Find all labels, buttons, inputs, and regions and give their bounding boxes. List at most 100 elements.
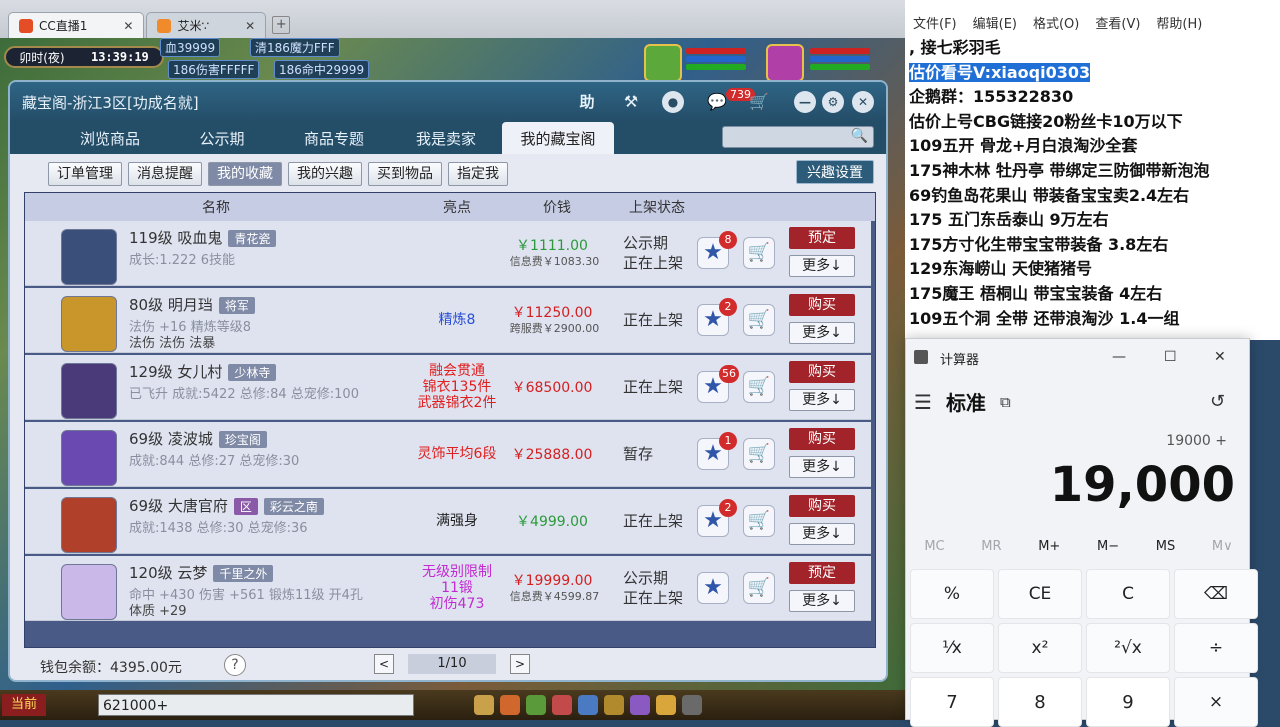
prev-page-button[interactable]: <	[374, 654, 394, 674]
memory-button[interactable]: M−	[1097, 539, 1119, 554]
more-button[interactable]: 更多↓	[789, 322, 855, 344]
minimize-icon[interactable]: —	[794, 91, 816, 113]
menu-edit[interactable]: 编辑(E)	[973, 13, 1017, 32]
divide-key[interactable]: ÷	[1174, 623, 1258, 673]
friend-icon[interactable]	[578, 695, 598, 715]
menu-format[interactable]: 格式(O)	[1033, 13, 1079, 32]
reciprocal-key[interactable]: ¹⁄x	[910, 623, 994, 673]
close-icon[interactable]: ✕	[245, 19, 255, 33]
memory-button: MR	[981, 539, 1002, 554]
subtab-favorites[interactable]: 我的收藏	[208, 162, 282, 186]
item-name[interactable]: 119级 吸血鬼	[129, 229, 222, 247]
help-button[interactable]: 助	[576, 91, 598, 113]
tab-topics[interactable]: 商品专题	[278, 122, 390, 154]
add-to-cart-icon[interactable]: 🛒	[743, 505, 775, 537]
menu-file[interactable]: 文件(F)	[913, 13, 957, 32]
tab-cc-live[interactable]: CC直播1 ✕	[8, 12, 145, 38]
mall-icon[interactable]	[656, 695, 676, 715]
message-icon[interactable]: 💬	[706, 91, 728, 113]
add-to-cart-icon[interactable]: 🛒	[743, 438, 775, 470]
add-to-cart-icon[interactable]: 🛒	[743, 371, 775, 403]
keep-on-top-icon[interactable]: ⧉	[1000, 393, 1011, 411]
reserve-button[interactable]: 预定	[789, 227, 855, 249]
interest-settings-button[interactable]: 兴趣设置	[796, 160, 874, 184]
search-input[interactable]: 🔍	[722, 126, 874, 148]
team-icon[interactable]	[552, 695, 572, 715]
buy-button[interactable]: 购买	[789, 361, 855, 383]
item-name[interactable]: 80级 明月珰	[129, 296, 213, 314]
subtab-interests[interactable]: 我的兴趣	[288, 162, 362, 186]
item-name[interactable]: 120级 云梦	[129, 564, 207, 582]
percent-key[interactable]: %	[910, 569, 994, 619]
clear-key[interactable]: C	[1086, 569, 1170, 619]
item-title: 69级 凌波城 珍宝阁	[129, 428, 267, 449]
tab-browse[interactable]: 浏览商品	[54, 122, 166, 154]
square-key[interactable]: x²	[998, 623, 1082, 673]
map-icon[interactable]	[474, 695, 494, 715]
next-page-button[interactable]: >	[510, 654, 530, 674]
buy-button[interactable]: 购买	[789, 294, 855, 316]
sqrt-key[interactable]: ²√x	[1086, 623, 1170, 673]
chat-channel-button[interactable]: 当前	[2, 694, 46, 716]
col-status: 上架状态	[629, 200, 685, 216]
more-button[interactable]: 更多↓	[789, 255, 855, 277]
highlight-line: 锦衣135件	[422, 379, 492, 395]
add-to-cart-icon[interactable]: 🛒	[743, 572, 775, 604]
help-icon[interactable]: ?	[224, 654, 246, 676]
gang-icon[interactable]	[630, 695, 650, 715]
highlight-line: 11锻	[441, 580, 473, 596]
subtab-orders[interactable]: 订单管理	[48, 162, 122, 186]
tab-my-pavilion[interactable]: 我的藏宝阁	[502, 122, 614, 154]
close-icon[interactable]: ✕	[852, 91, 874, 113]
memory-button[interactable]: MS	[1156, 539, 1175, 554]
pet-portrait[interactable]	[644, 44, 682, 82]
add-to-cart-icon[interactable]: 🛒	[743, 304, 775, 336]
item-name[interactable]: 129级 女儿村	[129, 363, 222, 381]
player-portrait[interactable]	[766, 44, 804, 82]
hammer-icon[interactable]: ⚒	[620, 91, 642, 113]
skill-icon[interactable]	[526, 695, 546, 715]
history-icon[interactable]: ↺	[1210, 391, 1225, 412]
item-title: 129级 女儿村 少林寺	[129, 361, 277, 382]
close-icon[interactable]: ✕	[1214, 349, 1226, 365]
subtab-messages[interactable]: 消息提醒	[128, 162, 202, 186]
tab-aimi[interactable]: 艾米∵ ✕	[146, 12, 267, 38]
item-name[interactable]: 69级 大唐官府	[129, 497, 228, 515]
more-button[interactable]: 更多↓	[789, 389, 855, 411]
menu-view[interactable]: 查看(V)	[1095, 13, 1140, 32]
hamburger-icon[interactable]: ☰	[914, 390, 932, 414]
item-price: ￥11250.00	[511, 305, 593, 321]
reserve-button[interactable]: 预定	[789, 562, 855, 584]
clear-entry-key[interactable]: CE	[998, 569, 1082, 619]
system-icon[interactable]	[682, 695, 702, 715]
gear-icon[interactable]: ⚙	[822, 91, 844, 113]
quest-icon[interactable]	[604, 695, 624, 715]
add-to-cart-icon[interactable]: 🛒	[743, 237, 775, 269]
maximize-icon[interactable]: ☐	[1164, 349, 1177, 365]
chat-input[interactable]: 621000+	[98, 694, 414, 716]
memory-button[interactable]: M+	[1038, 539, 1060, 554]
item-price: ￥1111.00	[516, 238, 588, 254]
favorite-star-icon[interactable]: ★	[697, 572, 729, 604]
notepad-text-area[interactable]: , 接七彩羽毛 估价看号V:xiaoqi0303 企鹅群：155322830 估价上号…	[905, 36, 1280, 331]
new-tab-button[interactable]: +	[272, 16, 291, 34]
record-icon[interactable]: ●	[662, 91, 684, 113]
tab-public[interactable]: 公示期	[166, 122, 278, 154]
buy-button[interactable]: 购买	[789, 495, 855, 517]
more-button[interactable]: 更多↓	[789, 590, 855, 612]
more-button[interactable]: 更多↓	[789, 456, 855, 478]
more-button[interactable]: 更多↓	[789, 523, 855, 545]
bag-icon[interactable]	[500, 695, 520, 715]
buy-button[interactable]: 购买	[789, 428, 855, 450]
close-icon[interactable]: ✕	[123, 19, 133, 33]
player-bars	[810, 46, 870, 72]
tab-seller[interactable]: 我是卖家	[390, 122, 502, 154]
cart-icon[interactable]: 🛒	[748, 91, 770, 113]
game-chat-bar: 当前 621000+	[0, 690, 905, 720]
menu-help[interactable]: 帮助(H)	[1156, 13, 1202, 32]
backspace-key[interactable]: ⌫	[1174, 569, 1258, 619]
subtab-assigned[interactable]: 指定我	[448, 162, 508, 186]
subtab-purchased[interactable]: 买到物品	[368, 162, 442, 186]
minimize-icon[interactable]: —	[1112, 349, 1126, 365]
item-name[interactable]: 69级 凌波城	[129, 430, 213, 448]
